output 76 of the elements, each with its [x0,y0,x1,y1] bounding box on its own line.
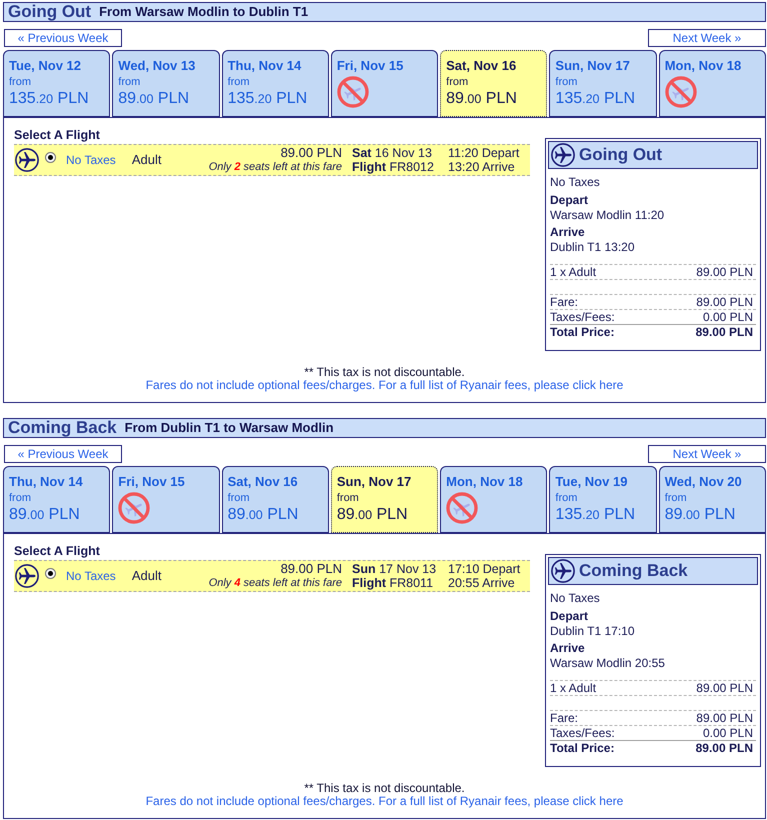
plane-icon [15,148,39,172]
depart-info: Dublin T1 17:10 [550,624,636,639]
plane-icon [15,564,39,588]
previous-week-button[interactable]: « Previous Week [4,29,122,47]
day-tab[interactable]: Fri, Nov 15 [330,50,438,117]
fare-line-value: 0.00 PLN [702,726,753,740]
fare-type-link[interactable]: No Taxes [66,151,116,169]
passenger-line-label: 1 x Adult [550,265,596,279]
seats-note: Only 2 seats left at this fare [208,160,342,174]
fare-line-value: 89.00 PLN [696,711,753,725]
passenger-line-value: 89.00 PLN [696,265,753,279]
seats-note: Only 4 seats left at this fare [208,576,342,590]
section-title: Going Out [8,3,92,21]
fare-line-label: Fare: [550,711,578,725]
total-value: 89.00 PLN [696,325,753,339]
flight-number: Flight FR8011 [352,576,434,590]
day-tab[interactable]: Thu, Nov 14 from 135.20 PLN [222,50,329,117]
fare-line-label: Fare: [550,295,578,309]
day-tab[interactable]: Wed, Nov 20 from 89.00 PLN [658,466,766,533]
arrive-time: 13:20 Arrive [448,160,516,174]
day-tab[interactable]: Tue, Nov 19 from 135.20 PLN [549,466,657,533]
radio-button[interactable] [45,568,56,578]
arrive-info: Dublin T1 13:20 [550,240,636,255]
day-tab[interactable]: Sat, Nov 16 from 89.00 PLN [440,50,548,117]
depart-time: 17:10 Depart [448,562,522,576]
passenger-type: Adult [132,151,162,170]
previous-week-button[interactable]: « Previous Week [4,445,122,463]
day-tab[interactable]: Sun, Nov 17 from 135.20 PLN [549,50,657,117]
passenger-type: Adult [132,567,162,586]
route-text: From Dublin T1 to Warsaw Modlin [124,420,334,436]
depart-time: 11:20 Depart [448,146,520,160]
depart-label: Depart [550,609,590,624]
summary-title: Going Out [579,144,662,166]
summary-title: Coming Back [579,560,688,582]
section-title: Coming Back [8,419,117,437]
day-tab[interactable]: Fri, Nov 15 [112,466,220,533]
next-week-button[interactable]: Next Week » [648,29,766,47]
day-tab[interactable]: Sat, Nov 16 from 89.00 PLN [222,466,329,533]
total-label: Total Price: [550,325,614,339]
arrive-label: Arrive [550,641,586,656]
select-flight-heading: Select A Flight [14,128,101,142]
fare-type: No Taxes [550,591,601,606]
passenger-line-label: 1 x Adult [550,681,596,695]
fees-link[interactable]: Fares do not include optional fees/charges. For a full list of Ryanair fees, please click here [146,379,624,392]
arrive-time: 20:55 Arrive [448,576,516,590]
fare-line-label: Taxes/Fees: [550,310,615,324]
total-value: 89.00 PLN [696,741,753,755]
depart-label: Depart [550,193,590,208]
select-flight-heading: Select A Flight [14,544,101,558]
fees-link[interactable]: Fares do not include optional fees/charges. For a full list of Ryanair fees, please click here [146,795,624,808]
fare-price: 89.00 PLN [280,562,342,576]
fare-type-link[interactable]: No Taxes [66,567,116,585]
depart-info: Warsaw Modlin 11:20 [550,208,666,223]
day-tab[interactable]: Tue, Nov 12 from 135.20 PLN [3,50,110,117]
tax-note: ** This tax is not discountable. [304,782,465,795]
day-tab[interactable]: Wed, Nov 13 from 89.00 PLN [112,50,220,117]
fare-line-value: 89.00 PLN [696,295,753,309]
arrive-info: Warsaw Modlin 20:55 [550,656,666,671]
fare-line-label: Taxes/Fees: [550,726,615,740]
arrive-label: Arrive [550,225,586,240]
radio-button[interactable] [45,152,56,162]
flight-date: Sun 17 Nov 13 [352,562,438,576]
flight-date: Sat 16 Nov 13 [352,146,433,160]
fare-type: No Taxes [550,175,601,190]
tax-note: ** This tax is not discountable. [304,366,465,379]
passenger-line-value: 89.00 PLN [696,681,753,695]
flight-number: Flight FR8012 [352,160,435,174]
day-tab[interactable]: Thu, Nov 14 from 89.00 PLN [3,466,110,533]
day-tab[interactable]: Mon, Nov 18 [658,50,766,117]
fare-price: 89.00 PLN [280,146,342,160]
total-label: Total Price: [550,741,614,755]
day-tab[interactable]: Mon, Nov 18 [440,466,548,533]
fare-line-value: 0.00 PLN [702,310,753,324]
day-tab[interactable]: Sun, Nov 17 from 89.00 PLN [330,466,438,533]
next-week-button[interactable]: Next Week » [648,445,766,463]
route-text: From Warsaw Modlin to Dublin T1 [99,4,308,20]
